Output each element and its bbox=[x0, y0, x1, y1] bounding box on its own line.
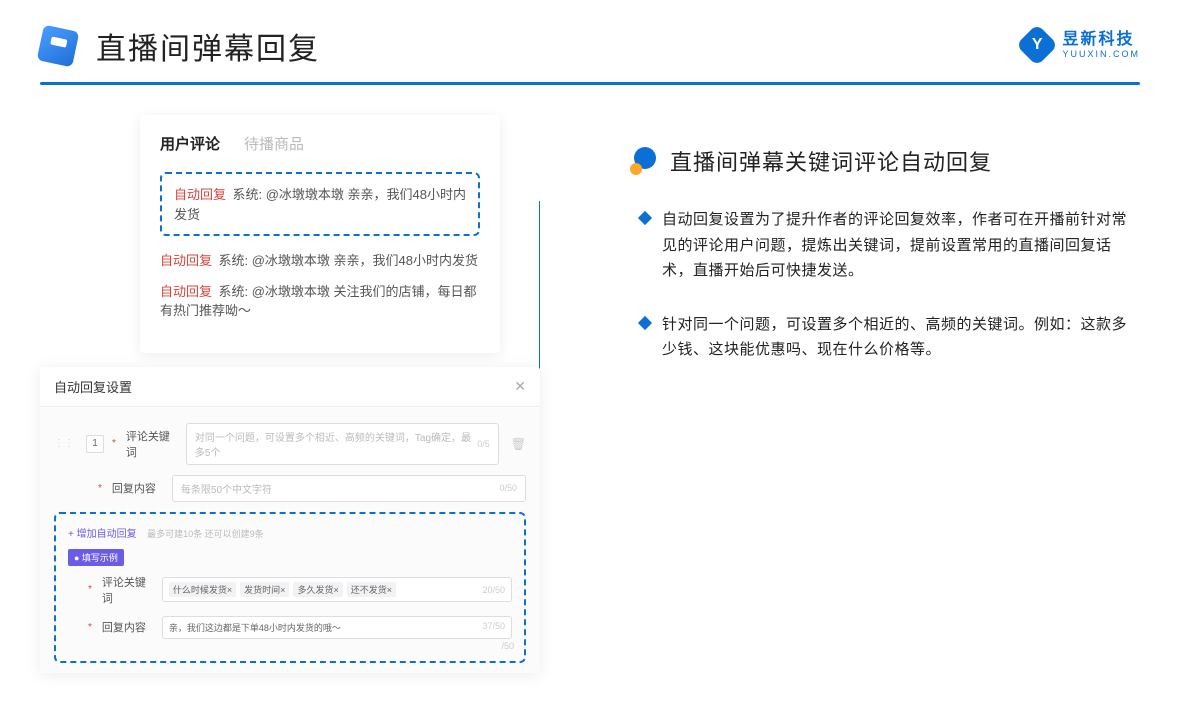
add-auto-reply-link[interactable]: + 增加自动回复 bbox=[68, 525, 137, 540]
tab-user-comments[interactable]: 用户评论 bbox=[160, 133, 220, 154]
diamond-bullet-icon bbox=[638, 211, 652, 225]
diamond-bullet-icon bbox=[638, 315, 652, 329]
required-star: * bbox=[98, 483, 102, 494]
drag-handle-icon[interactable]: ⋮⋮ bbox=[54, 438, 74, 449]
bullet-item: 自动回复设置为了提升作者的评论回复效率，作者可在开播前针对常见的评论用户问题，提… bbox=[640, 207, 1140, 284]
brand-sub: YUUXIN.COM bbox=[1062, 50, 1140, 59]
reply-input[interactable]: 每条限50个中文字符 0/50 bbox=[172, 475, 526, 502]
required-star: * bbox=[112, 438, 116, 449]
row-number: 1 bbox=[86, 435, 104, 453]
auto-reply-tag: 自动回复 bbox=[174, 187, 226, 202]
example-badge: ● 填写示例 bbox=[68, 549, 124, 566]
bullet-item: 针对同一个问题，可设置多个相近的、高频的关键词。例如：这款多少钱、这块能优惠吗、… bbox=[640, 312, 1140, 363]
reply-label: 回复内容 bbox=[112, 480, 164, 496]
chat-bubble-icon bbox=[630, 147, 658, 175]
example-reply-text[interactable]: 亲，我们这边都是下单48小时内发货的哦～ 37/50 bbox=[162, 616, 512, 639]
section-title: 直播间弹幕关键词评论自动回复 bbox=[670, 145, 992, 177]
tab-products[interactable]: 待播商品 bbox=[244, 133, 304, 154]
comment-line: 自动回复 系统: @冰墩墩本墩 关注我们的店铺，每日都有热门推荐呦～ bbox=[160, 281, 480, 321]
example-box: + 增加自动回复 最多可建10条 还可以创建9条 ● 填写示例 * 评论关键词 … bbox=[54, 512, 526, 663]
comment-line: 自动回复 系统: @冰墩墩本墩 亲亲，我们48小时内发货 bbox=[160, 250, 480, 271]
keyword-label: 评论关键词 bbox=[126, 428, 178, 460]
example-keyword-label: 评论关键词 bbox=[102, 574, 154, 606]
highlighted-comment: 自动回复 系统: @冰墩墩本墩 亲亲，我们48小时内发货 bbox=[160, 172, 480, 236]
brand: Y 昱新科技 YUUXIN.COM bbox=[1022, 30, 1140, 60]
keyword-input[interactable]: 对同一个问题，可设置多个相近、高频的关键词，Tag确定，最多5个 0/5 bbox=[186, 423, 499, 465]
settings-dialog: 自动回复设置 ✕ ⋮⋮ 1 * 评论关键词 对同一个问题，可设置多个相近、高频的… bbox=[40, 367, 540, 673]
dialog-title: 自动回复设置 bbox=[54, 377, 132, 396]
cube-icon bbox=[37, 25, 80, 68]
comments-panel: 用户评论 待播商品 自动回复 系统: @冰墩墩本墩 亲亲，我们48小时内发货 自… bbox=[140, 115, 500, 353]
trash-icon[interactable]: 🗑 bbox=[511, 437, 526, 451]
close-icon[interactable]: ✕ bbox=[514, 378, 526, 395]
page-title: 直播间弹幕回复 bbox=[96, 24, 320, 68]
brand-name: 昱新科技 bbox=[1062, 32, 1140, 48]
brand-icon: Y bbox=[1016, 24, 1058, 66]
bottom-counter: /50 bbox=[501, 641, 514, 651]
example-keyword-tags[interactable]: 什么时候发货× 发货时间× 多久发货× 还不发货× 20/50 bbox=[162, 577, 512, 602]
add-hint: 最多可建10条 还可以创建9条 bbox=[147, 529, 264, 539]
example-reply-label: 回复内容 bbox=[102, 619, 154, 635]
